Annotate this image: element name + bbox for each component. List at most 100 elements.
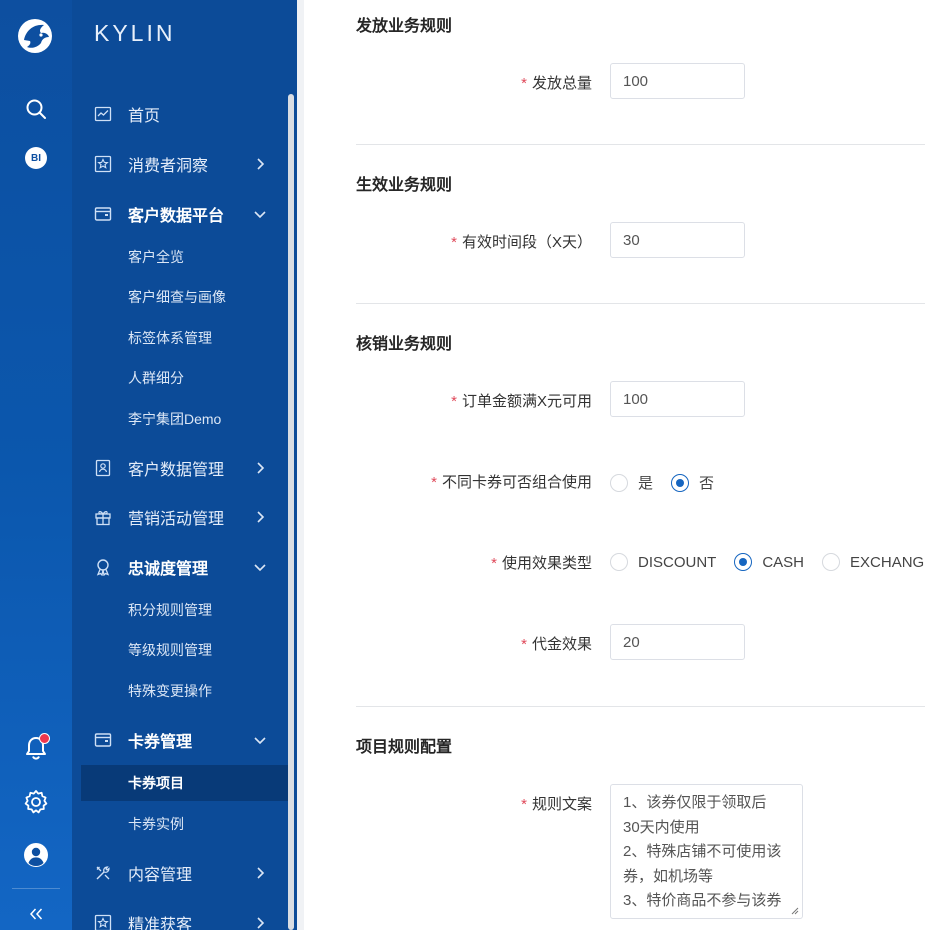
star-box-icon — [94, 914, 112, 930]
menu-item-label: 客户数据平台 — [128, 208, 225, 225]
kylin-logo[interactable] — [14, 14, 58, 58]
user-avatar-icon[interactable] — [0, 835, 72, 875]
section-title-issue: 发放业务规则 — [356, 18, 453, 35]
radio-label: 否 — [699, 475, 715, 492]
menu-item-content-mgmt[interactable]: 内容管理 — [72, 852, 289, 894]
rule-text-line: 2、特殊店铺不可使用该 — [623, 843, 782, 860]
issue-total-input[interactable]: 100 — [610, 63, 745, 99]
section-divider — [356, 144, 925, 145]
submenu-item-level-rules[interactable]: 等级规则管理 — [72, 632, 289, 668]
search-icon[interactable] — [0, 89, 72, 129]
valid-period-input[interactable]: 30 — [610, 222, 745, 258]
effect-type-radio-group: DISCOUNT CASH EXCHANGE — [610, 553, 925, 571]
submenu-item-special-change[interactable]: 特殊变更操作 — [72, 673, 289, 709]
menu-item-customer-data-mgmt[interactable]: 客户数据管理 — [72, 447, 289, 489]
submenu-item-coupon-instance[interactable]: 卡券实例 — [72, 806, 289, 842]
bi-icon[interactable]: BI — [0, 138, 72, 178]
tools-icon — [96, 866, 110, 880]
field-label-text: 发放总量 — [531, 75, 592, 92]
menu-item-home[interactable]: 首页 — [72, 93, 289, 135]
valid-period-label: * 有效时间段（X天） — [451, 231, 592, 252]
menu-item-consumer-insight[interactable]: 消费者洞察 — [72, 143, 289, 185]
min-order-input[interactable]: 100 — [610, 381, 745, 417]
id-card-icon — [95, 459, 111, 477]
field-label-text: 不同卡券可否组合使用 — [441, 474, 592, 491]
combine-yes-radio[interactable]: 是 — [610, 472, 653, 493]
menu-item-label: 卡券管理 — [128, 734, 193, 751]
notification-bell-icon[interactable] — [0, 728, 72, 768]
cash-effect-input[interactable]: 20 — [610, 624, 745, 660]
required-asterisk: * — [521, 636, 527, 653]
section-divider — [356, 706, 925, 707]
radio-label: CASH — [762, 553, 805, 571]
chevron-down-icon — [254, 737, 266, 745]
field-label-text: 有效时间段（X天） — [461, 234, 592, 251]
combine-label: * 不同卡券可否组合使用 — [431, 471, 592, 492]
award-ribbon-icon — [96, 559, 110, 576]
submenu-item-label: 客户细查与画像 — [128, 289, 226, 305]
menu-item-marketing-mgmt[interactable]: 营销活动管理 — [72, 496, 289, 538]
required-asterisk: * — [451, 234, 457, 251]
submenu-item-points-rules[interactable]: 积分规则管理 — [72, 592, 289, 628]
effect-cash-radio[interactable]: CASH — [734, 553, 804, 571]
rule-text-textarea[interactable]: 1、该券仅限于领取后 30天内使用 2、特殊店铺不可使用该 券，如机场等 3、特… — [610, 784, 803, 919]
required-asterisk: * — [491, 555, 497, 572]
submenu-item-label: 李宁集团Demo — [128, 411, 222, 427]
section-divider — [356, 303, 925, 304]
submenu-item-label: 标签体系管理 — [128, 330, 212, 346]
section-title-effective: 生效业务规则 — [356, 177, 453, 194]
brand-title: KYLIN — [94, 20, 176, 46]
wallet-icon — [94, 733, 112, 747]
submenu-item-label: 等级规则管理 — [128, 642, 212, 658]
menu-item-label: 忠诚度管理 — [128, 561, 209, 578]
field-label-text: 使用效果类型 — [501, 555, 592, 572]
field-label-text: 代金效果 — [531, 636, 592, 653]
rule-text-line: 30天内使用 — [623, 818, 700, 836]
resize-handle-icon[interactable] — [791, 907, 799, 915]
submenu-item-label: 卡券项目 — [128, 775, 184, 791]
effect-discount-radio[interactable]: DISCOUNT — [610, 553, 716, 571]
section-title-project: 项目规则配置 — [356, 739, 453, 756]
menu-item-label: 营销活动管理 — [128, 511, 225, 528]
submenu-item-tag-system[interactable]: 标签体系管理 — [72, 320, 289, 356]
radio-circle[interactable] — [734, 553, 753, 571]
chart-line-icon — [94, 106, 112, 122]
menu-item-label: 内容管理 — [128, 867, 193, 884]
rule-text-line: 1、该券仅限于领取后 — [623, 794, 767, 811]
effect-exchange-radio[interactable]: EXCHANGE — [822, 553, 925, 571]
menu-item-cdp[interactable]: 客户数据平台 — [72, 193, 289, 235]
required-asterisk: * — [521, 75, 527, 92]
rail-divider — [12, 888, 60, 889]
menu-scrollbar[interactable] — [288, 94, 294, 930]
submenu-item-lining-demo[interactable]: 李宁集团Demo — [72, 401, 289, 437]
cash-effect-label: * 代金效果 — [521, 633, 592, 654]
submenu-item-coupon-project[interactable]: 卡券项目 — [81, 765, 289, 801]
issue-total-label: * 发放总量 — [521, 72, 592, 93]
radio-circle[interactable] — [610, 553, 628, 571]
collapse-double-chevron-icon[interactable] — [0, 894, 72, 930]
combine-no-radio[interactable]: 否 — [671, 472, 714, 493]
field-label-text: 订单金额满X元可用 — [461, 393, 592, 410]
menu-item-coupon-mgmt[interactable]: 卡券管理 — [72, 719, 289, 761]
field-label-text: 规则文案 — [531, 796, 592, 813]
radio-circle[interactable] — [671, 473, 690, 492]
settings-gear-icon[interactable] — [0, 782, 72, 822]
combine-radio-group: 是 否 — [610, 472, 732, 493]
min-order-label: * 订单金额满X元可用 — [451, 390, 592, 411]
radio-label: DISCOUNT — [638, 553, 717, 571]
radio-circle[interactable] — [822, 553, 841, 571]
rule-text-line: 3、特价商品不参与该券 — [623, 892, 782, 909]
menu-item-label: 消费者洞察 — [128, 158, 209, 175]
required-asterisk: * — [431, 474, 437, 491]
required-asterisk: * — [451, 393, 457, 410]
menu-item-precise-acquire[interactable]: 精准获客 — [72, 902, 289, 930]
submenu-item-customer-overview[interactable]: 客户全览 — [72, 239, 289, 275]
menu-item-loyalty-mgmt[interactable]: 忠诚度管理 — [72, 546, 289, 588]
submenu-item-label: 特殊变更操作 — [128, 683, 212, 699]
submenu-item-customer-profile[interactable]: 客户细查与画像 — [72, 279, 289, 315]
icon-rail: BI — [0, 0, 72, 930]
menu-item-label: 客户数据管理 — [128, 462, 225, 479]
chevron-right-icon — [257, 867, 265, 879]
radio-circle[interactable] — [610, 473, 628, 492]
submenu-item-segmentation[interactable]: 人群细分 — [72, 360, 289, 396]
